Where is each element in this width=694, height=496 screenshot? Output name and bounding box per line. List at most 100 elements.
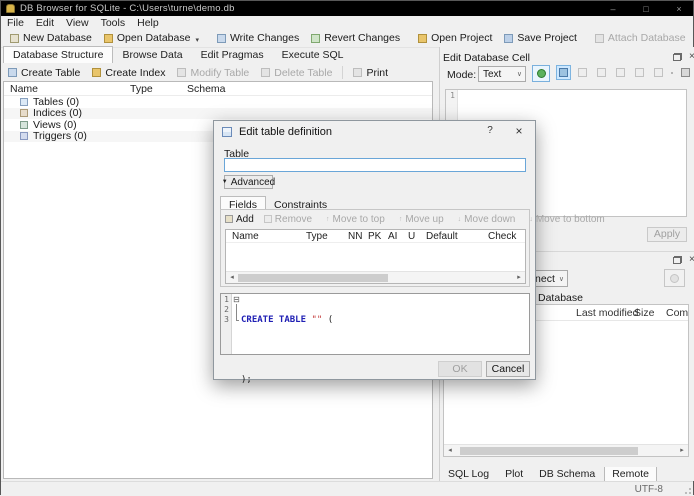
move-to-bottom-button[interactable]: ↓ Move to bottom bbox=[529, 214, 604, 225]
help-icon[interactable]: ? bbox=[483, 125, 497, 139]
resize-grip[interactable] bbox=[682, 485, 691, 494]
column-header-schema[interactable]: Schema bbox=[187, 83, 226, 95]
open-url-icon-button[interactable] bbox=[613, 65, 628, 80]
sql-code: CREATE TABLE "" ( ); bbox=[241, 294, 529, 385]
attach-database-label: Attach Database bbox=[607, 32, 686, 44]
mode-select[interactable]: Text ∨ bbox=[478, 66, 526, 82]
text-mode-icon-button[interactable] bbox=[556, 65, 571, 80]
scroll-right-icon[interactable]: ▸ bbox=[676, 445, 688, 456]
column-header-commit[interactable]: Comm bbox=[666, 307, 688, 319]
remove-field-button[interactable]: Remove bbox=[263, 214, 312, 225]
column-header-name[interactable]: Name bbox=[10, 83, 38, 95]
apply-button[interactable]: Apply bbox=[647, 227, 687, 242]
print-button[interactable]: Print bbox=[348, 66, 393, 80]
menu-file[interactable]: File bbox=[1, 17, 30, 29]
tab-plot[interactable]: Plot bbox=[498, 467, 530, 481]
float-panel-icon[interactable] bbox=[673, 256, 682, 264]
tab-remote[interactable]: Remote bbox=[604, 467, 657, 482]
column-header-ai[interactable]: AI bbox=[388, 231, 397, 242]
scrollbar-thumb[interactable] bbox=[238, 274, 388, 282]
tree-item-tables[interactable]: Tables (0) bbox=[4, 96, 432, 108]
minimize-icon[interactable]: – bbox=[607, 4, 619, 14]
ok-button[interactable]: OK bbox=[438, 361, 482, 377]
remote-connect-icon-button[interactable] bbox=[664, 269, 685, 287]
write-changes-icon bbox=[216, 33, 226, 43]
fullscreen-icon-button[interactable] bbox=[651, 65, 666, 80]
collapse-arrow-icon: ▼ bbox=[221, 179, 228, 185]
tab-browse-data[interactable]: Browse Data bbox=[113, 47, 191, 63]
advanced-label: Advanced bbox=[230, 176, 276, 188]
column-header-u[interactable]: U bbox=[408, 231, 415, 242]
close-panel-icon[interactable]: × bbox=[689, 255, 694, 265]
column-header-name[interactable]: Name bbox=[232, 231, 259, 242]
dialog-close-icon[interactable]: × bbox=[511, 124, 527, 140]
tab-edit-pragmas[interactable]: Edit Pragmas bbox=[192, 47, 273, 63]
table-name-input[interactable] bbox=[224, 158, 526, 172]
scrollbar-thumb[interactable] bbox=[460, 447, 638, 455]
float-panel-icon[interactable] bbox=[673, 53, 682, 61]
write-changes-button[interactable]: Write Changes bbox=[211, 30, 305, 46]
print-icon-button[interactable] bbox=[678, 65, 693, 80]
column-header-last-modified[interactable]: Last modified bbox=[576, 307, 638, 319]
scroll-left-icon[interactable]: ◂ bbox=[444, 445, 456, 456]
open-database-dropdown-icon[interactable]: ▾ bbox=[195, 36, 199, 44]
edit-icon-button[interactable] bbox=[575, 65, 590, 80]
revert-changes-label: Revert Changes bbox=[324, 32, 401, 44]
auto-apply-button[interactable] bbox=[532, 65, 550, 82]
column-header-nn[interactable]: NN bbox=[348, 231, 362, 242]
encoding-status[interactable]: UTF-8 bbox=[635, 484, 663, 495]
tree-item-label: Indices (0) bbox=[33, 107, 83, 120]
move-to-top-button[interactable]: ↑ Move to top bbox=[326, 214, 385, 225]
close-panel-icon[interactable]: × bbox=[689, 52, 694, 62]
move-up-button[interactable]: ↑ Move up bbox=[399, 214, 444, 225]
menu-edit[interactable]: Edit bbox=[30, 17, 60, 29]
tab-database-structure[interactable]: Database Structure bbox=[3, 46, 114, 63]
column-header-pk[interactable]: PK bbox=[368, 231, 381, 242]
fold-marker-icon[interactable]: ⊟ bbox=[233, 295, 240, 304]
add-label: Add bbox=[236, 213, 254, 225]
save-project-button[interactable]: Save Project bbox=[498, 30, 583, 46]
scroll-right-icon[interactable]: ▸ bbox=[513, 272, 525, 283]
maximize-icon[interactable]: □ bbox=[640, 4, 652, 14]
add-field-button[interactable]: Add bbox=[225, 214, 254, 225]
dialog-title-bar[interactable]: Edit table definition ? × bbox=[214, 121, 535, 143]
tab-db-schema[interactable]: DB Schema bbox=[532, 467, 602, 481]
export-file-icon-button[interactable] bbox=[632, 65, 647, 80]
open-project-button[interactable]: Open Project bbox=[412, 30, 498, 46]
modify-table-button[interactable]: Modify Table bbox=[172, 66, 254, 80]
menu-help[interactable]: Help bbox=[131, 17, 165, 29]
attach-database-button[interactable]: Attach Database bbox=[589, 30, 692, 46]
open-database-button[interactable]: Open Database ▾ bbox=[98, 30, 205, 46]
advanced-toggle-button[interactable]: ▼ Advanced bbox=[221, 175, 276, 189]
tab-execute-sql[interactable]: Execute SQL bbox=[273, 47, 353, 63]
chevron-down-icon: ∨ bbox=[558, 275, 564, 283]
tree-item-indices[interactable]: Indices (0) bbox=[4, 107, 432, 120]
menu-view[interactable]: View bbox=[60, 17, 95, 29]
column-header-type[interactable]: Type bbox=[130, 83, 153, 95]
fold-margin[interactable]: ⊟ bbox=[232, 294, 241, 354]
revert-changes-button[interactable]: Revert Changes bbox=[305, 30, 406, 46]
print-icon bbox=[353, 68, 363, 77]
new-database-button[interactable]: New Database bbox=[4, 30, 98, 46]
create-index-button[interactable]: Create Index bbox=[87, 66, 170, 80]
move-down-button[interactable]: ↓ Move down bbox=[458, 214, 516, 225]
menu-tools[interactable]: Tools bbox=[95, 17, 132, 29]
move-up-label: Move up bbox=[405, 213, 444, 225]
toolbar-dot-separator bbox=[670, 65, 674, 80]
fields-grid-hscrollbar[interactable]: ◂ ▸ bbox=[226, 271, 525, 283]
close-icon[interactable]: × bbox=[673, 4, 685, 14]
column-header-default[interactable]: Default bbox=[426, 231, 458, 242]
column-header-check[interactable]: Check bbox=[488, 231, 516, 242]
remote-table-hscrollbar[interactable]: ◂ ▸ bbox=[444, 444, 688, 456]
create-table-button[interactable]: Create Table bbox=[3, 66, 85, 80]
delete-table-label: Delete Table bbox=[274, 66, 333, 79]
column-header-type[interactable]: Type bbox=[306, 231, 328, 242]
import-file-icon-button[interactable] bbox=[594, 65, 609, 80]
delete-table-button[interactable]: Delete Table bbox=[256, 66, 337, 80]
tab-sql-log[interactable]: SQL Log bbox=[441, 467, 496, 481]
sql-preview: 1 2 3 ⊟ CREATE TABLE "" ( ); bbox=[220, 293, 530, 385]
status-bar: UTF-8 bbox=[1, 481, 693, 496]
cancel-button[interactable]: Cancel bbox=[486, 361, 530, 377]
scroll-left-icon[interactable]: ◂ bbox=[226, 272, 238, 283]
column-header-size[interactable]: Size bbox=[634, 307, 654, 319]
